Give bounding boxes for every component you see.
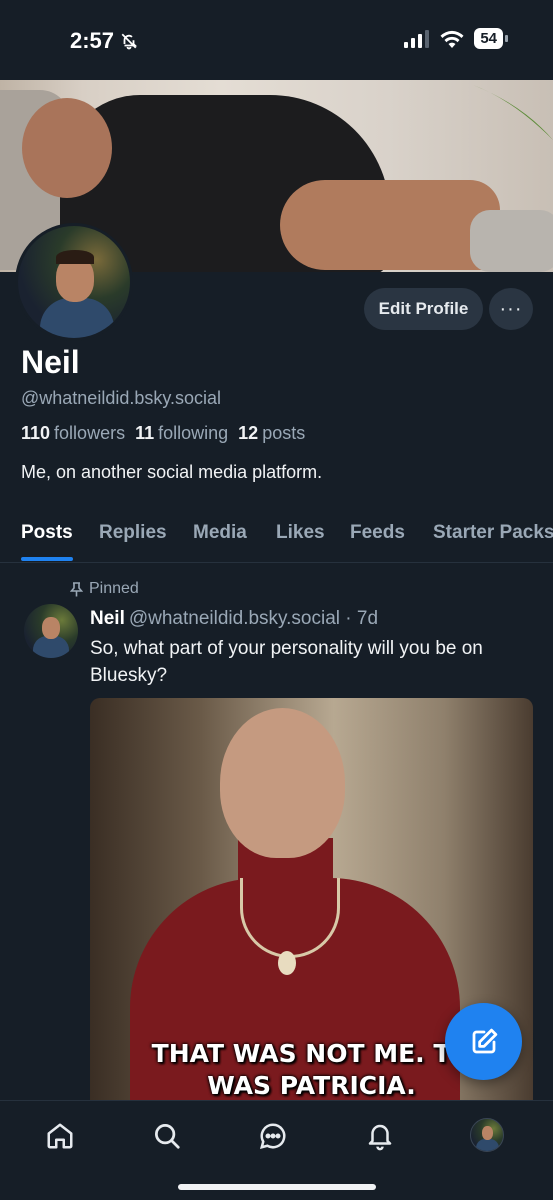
following-stat[interactable]: 11 following [135, 423, 228, 444]
avatar-hair [56, 250, 94, 264]
posts-stat: 12 posts [238, 423, 305, 444]
nav-avatar-face [482, 1126, 493, 1140]
profile-tabs: Posts Replies Media Likes Feeds Starter … [0, 505, 553, 563]
profile-bio: Me, on another social media platform. [21, 462, 323, 482]
search-icon [155, 1124, 180, 1149]
nav-home[interactable] [42, 1118, 78, 1154]
profile-name: Neil [21, 344, 80, 380]
nav-chat[interactable] [255, 1118, 291, 1154]
gif-head [220, 708, 345, 858]
banner-leg [280, 180, 500, 270]
nav-avatar-shirt [476, 1139, 499, 1151]
tab-feeds[interactable]: Feeds [350, 522, 405, 544]
post-avatar-face [42, 617, 60, 639]
pin-icon [70, 581, 83, 596]
following-label: following [158, 423, 229, 443]
status-bar: 2:57 54 [0, 0, 553, 80]
bell-muted-icon [121, 33, 138, 50]
status-time: 2:57 [70, 28, 138, 54]
pinned-text: Pinned [89, 580, 139, 597]
post-author-handle: @whatneildid.bsky.social [128, 608, 341, 629]
tab-posts[interactable]: Posts [21, 522, 73, 544]
banner-plant [473, 85, 553, 140]
tab-likes[interactable]: Likes [276, 522, 325, 544]
nav-notifications[interactable] [362, 1118, 398, 1154]
tab-starter-packs[interactable]: Starter Packs [433, 522, 553, 544]
home-indicator[interactable] [178, 1184, 376, 1190]
posts-label: posts [262, 423, 306, 443]
bell-icon [368, 1124, 392, 1151]
wifi-icon [440, 30, 464, 48]
pinned-label: Pinned [70, 580, 139, 598]
profile-handle: @whatneildid.bsky.social [21, 388, 222, 408]
chat-icon [259, 1123, 286, 1150]
profile-stats: 110 followers 11 following 12 posts [21, 423, 305, 444]
avatar-shirt [40, 298, 114, 338]
compose-button[interactable] [445, 1003, 522, 1080]
posts-count: 12 [238, 423, 259, 443]
profile-avatar[interactable] [15, 223, 133, 341]
followers-count: 110 [21, 423, 51, 443]
active-tab-indicator [21, 557, 73, 561]
tab-media[interactable]: Media [193, 522, 247, 544]
more-options-button[interactable]: ··· [489, 288, 533, 330]
home-icon [47, 1123, 73, 1149]
post-author-name: Neil [90, 608, 125, 629]
battery-indicator: 54 [474, 28, 508, 49]
post-age: 7d [356, 608, 379, 629]
banner-pillow [470, 210, 553, 272]
compose-icon [472, 1028, 497, 1053]
post-header[interactable]: Neil @whatneildid.bsky.social · 7d [90, 608, 378, 630]
banner-head [22, 98, 112, 198]
edit-profile-button[interactable]: Edit Profile [364, 288, 483, 330]
gif-pendant [278, 951, 296, 975]
nav-search[interactable] [149, 1118, 185, 1154]
post-separator: · [345, 608, 352, 629]
nav-profile-avatar[interactable] [470, 1118, 504, 1152]
followers-stat[interactable]: 110 followers [21, 423, 125, 444]
status-indicators: 54 [404, 28, 508, 49]
post-author-avatar[interactable] [24, 604, 78, 658]
followers-label: followers [54, 423, 126, 443]
post-avatar-shirt [33, 636, 69, 658]
signal-icon [404, 29, 430, 48]
tab-replies[interactable]: Replies [99, 522, 167, 544]
clock: 2:57 [70, 28, 115, 53]
following-count: 11 [135, 423, 155, 443]
post-text: So, what part of your personality will y… [90, 638, 483, 686]
